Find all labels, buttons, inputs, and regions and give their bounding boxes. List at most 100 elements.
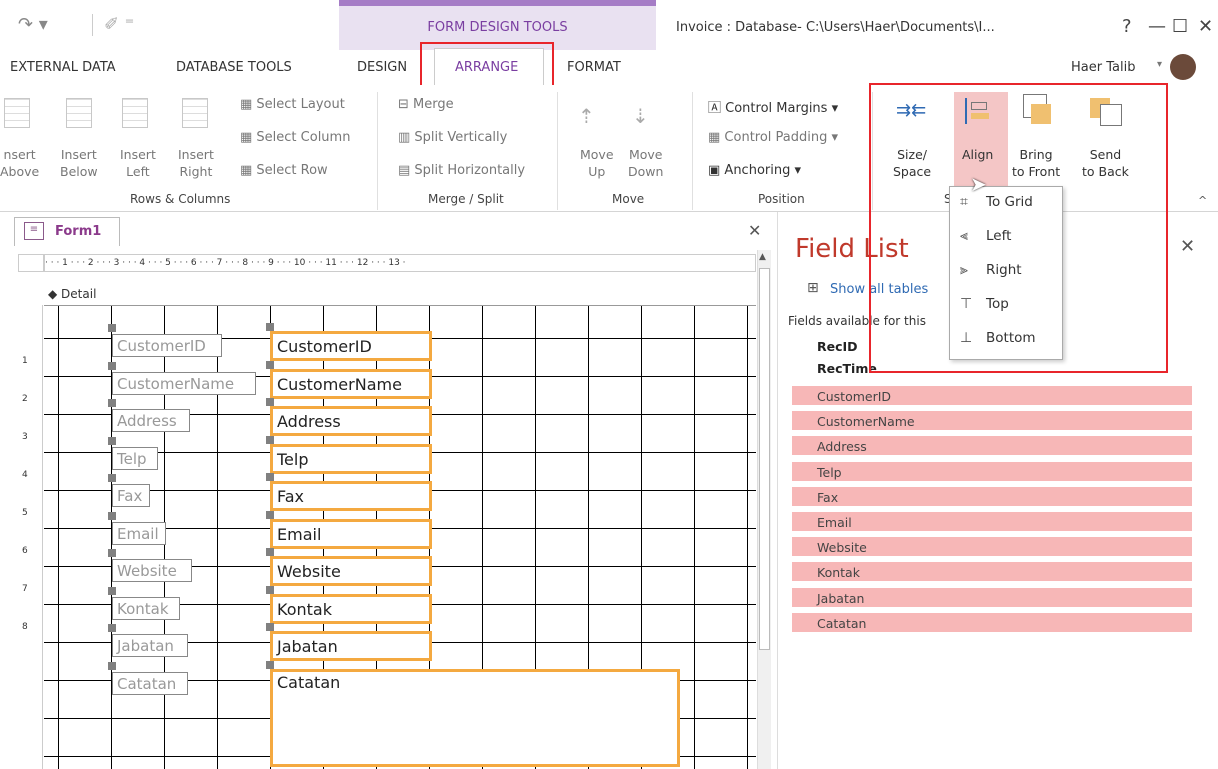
close-field-list-icon[interactable]: ✕ bbox=[1180, 236, 1195, 257]
field-list-row[interactable]: Kontak bbox=[792, 562, 1192, 585]
form-label[interactable]: Telp bbox=[112, 446, 158, 470]
minimize-button[interactable]: — bbox=[1148, 16, 1166, 37]
form-label[interactable]: Address bbox=[112, 409, 190, 432]
form-textbox[interactable]: Address bbox=[270, 406, 432, 436]
insert-above-line2: Above bbox=[0, 164, 40, 179]
tab-external-data[interactable]: EXTERNAL DATA bbox=[10, 60, 116, 75]
insert-above-icon bbox=[4, 98, 30, 128]
help-button[interactable]: ? bbox=[1122, 16, 1132, 37]
avatar[interactable] bbox=[1170, 54, 1196, 80]
user-name[interactable]: Haer Talib bbox=[1071, 60, 1135, 75]
split-vertically-button[interactable]: ▥ Split Vertically bbox=[398, 130, 507, 145]
anchoring-button[interactable]: ▣ Anchoring ▾ bbox=[708, 163, 801, 178]
merge-button[interactable]: ⊟ Merge bbox=[398, 97, 454, 112]
form-textbox[interactable]: Email bbox=[270, 518, 432, 549]
form-label[interactable]: Kontak bbox=[112, 596, 180, 620]
vertical-ruler bbox=[18, 305, 43, 769]
textbox-move-handle[interactable] bbox=[266, 323, 274, 331]
textbox-move-handle[interactable] bbox=[266, 398, 274, 406]
merge-split-group-label: Merge / Split bbox=[428, 192, 504, 206]
field-list-row[interactable]: Address bbox=[792, 436, 1192, 459]
label-move-handle[interactable] bbox=[108, 661, 116, 670]
maximize-button[interactable]: ☐ bbox=[1172, 16, 1188, 37]
detail-section-bar[interactable] bbox=[44, 285, 756, 306]
textbox-move-handle[interactable] bbox=[266, 548, 274, 556]
label-move-handle[interactable] bbox=[108, 324, 116, 332]
label-move-handle[interactable] bbox=[108, 511, 116, 520]
customize-qat-icon[interactable]: ✐ ⁼ bbox=[104, 14, 134, 35]
form-textbox[interactable]: CustomerID bbox=[270, 331, 432, 361]
textbox-move-handle[interactable] bbox=[266, 585, 274, 594]
split-horizontally-icon: ▤ bbox=[398, 163, 415, 178]
split-horizontally-button[interactable]: ▤ Split Horizontally bbox=[398, 163, 525, 178]
label-move-handle[interactable] bbox=[108, 436, 116, 445]
textbox-move-handle[interactable] bbox=[266, 510, 274, 519]
tab-design[interactable]: DESIGN bbox=[357, 60, 407, 75]
form-label[interactable]: CustomerID bbox=[112, 334, 222, 357]
insert-left-button[interactable]: Insert Left bbox=[120, 146, 156, 180]
chevron-down-icon[interactable]: ▾ bbox=[1157, 59, 1162, 70]
form-label[interactable]: Email bbox=[112, 521, 166, 545]
select-row-button[interactable]: ▦ Select Row bbox=[240, 163, 328, 178]
control-padding-label: Control Padding bbox=[724, 130, 828, 145]
label-move-handle[interactable] bbox=[108, 586, 116, 595]
label-move-handle[interactable] bbox=[108, 474, 116, 482]
form-label[interactable]: CustomerName bbox=[112, 371, 256, 395]
form-design-tools-label: FORM DESIGN TOOLS bbox=[427, 20, 568, 35]
form-label[interactable]: Catatan bbox=[112, 671, 188, 695]
form-textbox[interactable]: Kontak bbox=[270, 593, 432, 624]
form-textbox[interactable]: Website bbox=[270, 556, 432, 586]
form-selector[interactable] bbox=[18, 254, 44, 272]
field-list-item[interactable]: RecTime bbox=[817, 361, 877, 376]
form-textbox[interactable]: CustomerName bbox=[270, 368, 432, 399]
field-list-row[interactable]: Email bbox=[792, 512, 1192, 534]
label-move-handle[interactable] bbox=[108, 361, 116, 370]
textbox-move-handle[interactable] bbox=[266, 660, 274, 669]
field-list-row[interactable]: CustomerID bbox=[792, 386, 1192, 408]
field-list-row[interactable]: Telp bbox=[792, 461, 1192, 484]
vertical-ruler-number: 5 bbox=[22, 508, 28, 518]
insert-right-button[interactable]: Insert Right bbox=[178, 146, 214, 180]
field-list-row[interactable]: Fax bbox=[792, 486, 1192, 509]
field-list-row[interactable]: Jabatan bbox=[792, 587, 1192, 610]
move-up-button[interactable]: Move Up bbox=[580, 146, 614, 180]
select-column-button[interactable]: ▦ Select Column bbox=[240, 130, 350, 145]
field-list-row[interactable]: Catatan bbox=[792, 612, 1192, 635]
form-textbox[interactable]: Jabatan bbox=[270, 631, 432, 661]
collapse-ribbon-icon[interactable]: ^ bbox=[1198, 194, 1207, 207]
textbox-move-handle[interactable] bbox=[266, 623, 274, 631]
split-vertically-label: Split Vertically bbox=[414, 130, 508, 145]
close-button[interactable]: ✕ bbox=[1198, 16, 1213, 37]
form-label[interactable]: Website bbox=[112, 559, 192, 582]
redo-icon[interactable]: ↷ ▾ bbox=[18, 14, 48, 35]
arrange-tab-highlight bbox=[420, 42, 554, 90]
move-up-icon: ⇡ bbox=[578, 104, 595, 128]
form-label[interactable]: Jabatan bbox=[112, 634, 188, 657]
label-move-handle[interactable] bbox=[108, 549, 116, 557]
textbox-move-handle[interactable] bbox=[266, 435, 274, 444]
control-margins-button[interactable]: 🄰 Control Margins ▾ bbox=[708, 97, 838, 116]
form-textbox[interactable]: Catatan bbox=[270, 668, 680, 767]
close-form-icon[interactable]: ✕ bbox=[748, 221, 761, 240]
textbox-move-handle[interactable] bbox=[266, 473, 274, 481]
form-textbox[interactable]: Fax bbox=[270, 481, 432, 511]
insert-above-button[interactable]: nsert Above bbox=[0, 146, 39, 180]
select-layout-icon: ▦ bbox=[240, 97, 257, 112]
field-list-row[interactable]: CustomerName bbox=[792, 411, 1192, 434]
scrollbar-thumb[interactable] bbox=[759, 268, 770, 650]
form-label[interactable]: Fax bbox=[112, 484, 150, 507]
insert-below-button[interactable]: Insert Below bbox=[60, 146, 98, 180]
qat-divider bbox=[92, 14, 93, 36]
select-layout-button[interactable]: ▦ Select Layout bbox=[240, 97, 345, 112]
tab-database-tools[interactable]: DATABASE TOOLS bbox=[176, 60, 292, 75]
tab-format[interactable]: FORMAT bbox=[567, 60, 621, 75]
textbox-move-handle[interactable] bbox=[266, 360, 274, 369]
form-textbox[interactable]: Telp bbox=[270, 443, 432, 474]
move-down-button[interactable]: Move Down bbox=[628, 146, 663, 180]
field-list-row[interactable]: Website bbox=[792, 537, 1192, 560]
field-list-item[interactable]: RecID bbox=[817, 339, 858, 354]
label-move-handle[interactable] bbox=[108, 399, 116, 407]
label-move-handle[interactable] bbox=[108, 624, 116, 632]
control-padding-button[interactable]: ▦ Control Padding ▾ bbox=[708, 130, 838, 145]
scroll-up-icon[interactable]: ▲ bbox=[759, 252, 766, 262]
